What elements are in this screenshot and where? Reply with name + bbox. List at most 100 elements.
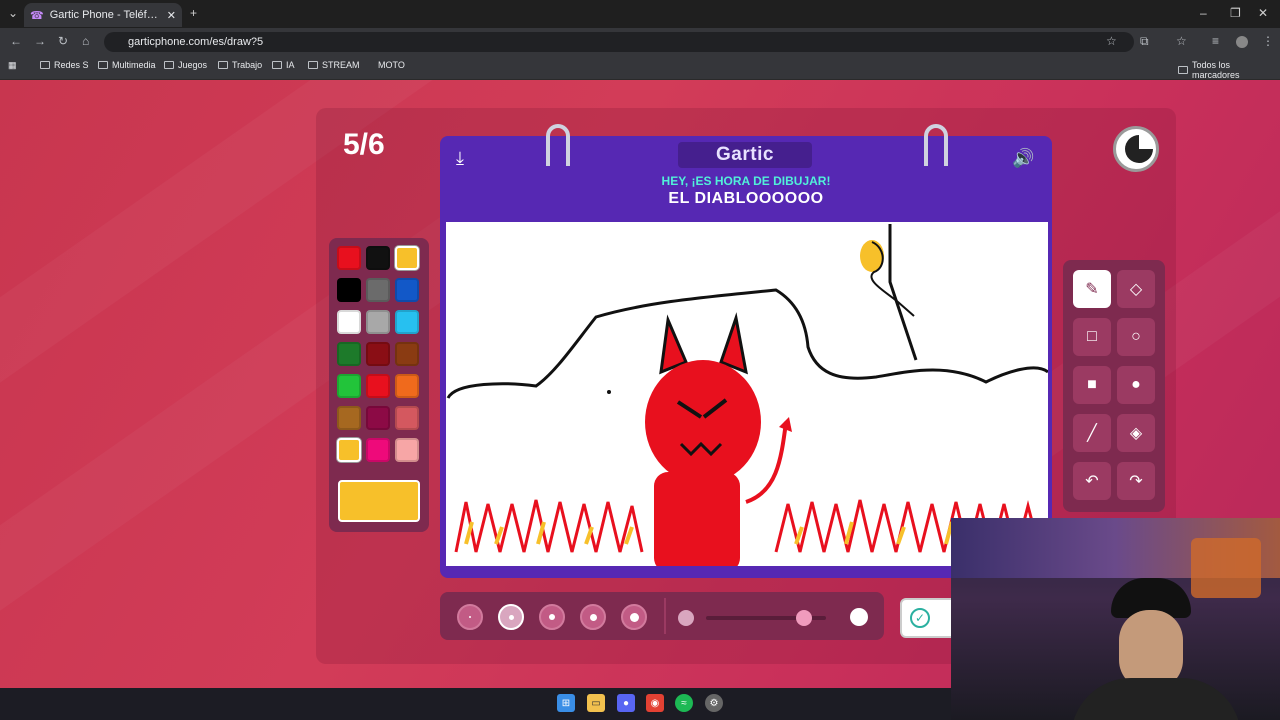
color-swatch[interactable]	[337, 438, 361, 462]
url-text: garticphone.com/es/draw?5	[128, 36, 264, 48]
color-swatch[interactable]	[395, 310, 419, 334]
extensions-icon[interactable]: ⧉	[1140, 34, 1149, 49]
circle-filled-tool-icon[interactable]: ●	[1117, 366, 1155, 404]
bookmark-folder[interactable]: Trabajo	[218, 60, 262, 70]
color-swatch[interactable]	[366, 342, 390, 366]
chrome-icon[interactable]: ◉	[646, 694, 664, 712]
drawing-canvas[interactable]	[446, 222, 1048, 566]
media-icon[interactable]: ≡	[1212, 34, 1219, 48]
gartic-logo: Gartic	[678, 142, 812, 168]
color-swatch[interactable]	[366, 310, 390, 334]
forward-icon[interactable]: →	[34, 34, 46, 48]
all-bookmarks[interactable]: Todos los marcadores	[1178, 60, 1280, 80]
right-horn	[719, 312, 748, 375]
menu-icon[interactable]: ⋮	[1262, 34, 1274, 48]
spotify-icon[interactable]: ≈	[675, 694, 693, 712]
rectangle-filled-tool-icon[interactable]: ■	[1073, 366, 1111, 404]
tab-search-icon[interactable]: ⌄	[8, 6, 18, 20]
bookmark-label: Todos los marcadores	[1192, 60, 1240, 80]
sound-icon[interactable]: 🔊	[1012, 148, 1034, 169]
color-swatch[interactable]	[366, 246, 390, 270]
color-swatch[interactable]	[395, 342, 419, 366]
rectangle-outline-tool-icon[interactable]: □	[1073, 318, 1111, 356]
color-swatch[interactable]	[337, 374, 361, 398]
bookmark-label: Trabajo	[232, 60, 263, 70]
brush-size-1[interactable]	[457, 604, 483, 630]
bookmark-folder[interactable]: Multimedia	[98, 60, 156, 70]
color-swatch[interactable]	[395, 438, 419, 462]
brush-toolbar	[440, 592, 884, 640]
bookmark-link[interactable]: MOTO	[378, 60, 405, 70]
color-swatch[interactable]	[337, 278, 361, 302]
undo-icon[interactable]: ↶	[1073, 462, 1111, 500]
color-swatch[interactable]	[337, 342, 361, 366]
bookmark-folder[interactable]: STREAM	[308, 60, 360, 70]
current-color-swatch	[338, 480, 420, 522]
brush-size-5[interactable]	[621, 604, 647, 630]
redo-icon[interactable]: ↷	[1117, 462, 1155, 500]
bookmark-folder[interactable]: IA	[272, 60, 295, 70]
rope-stroke	[888, 224, 918, 361]
close-tab-icon[interactable]: ✕	[167, 9, 176, 22]
color-swatch[interactable]	[337, 406, 361, 430]
app-icon[interactable]: ⚙	[705, 694, 723, 712]
brush-size-4[interactable]	[580, 604, 606, 630]
eraser-tool-icon[interactable]: ◇	[1117, 270, 1155, 308]
word-to-draw: EL DIABLOOOOOO	[668, 190, 824, 207]
drawing-svg	[446, 224, 1048, 566]
bookmark-label: Juegos	[178, 60, 208, 70]
maximize-button[interactable]: ❐	[1230, 6, 1241, 20]
url-field[interactable]: garticphone.com/es/draw?5	[104, 32, 1134, 52]
opacity-min-icon	[678, 610, 694, 626]
color-swatch[interactable]	[366, 406, 390, 430]
circle-outline-tool-icon[interactable]: ○	[1117, 318, 1155, 356]
bookmark-folder[interactable]: Juegos	[164, 60, 207, 70]
bookmark-star-icon[interactable]: ☆	[1106, 34, 1117, 48]
windows-start-icon[interactable]: ⊞	[557, 694, 575, 712]
flames-left	[454, 499, 644, 553]
opacity-max-icon	[850, 608, 868, 626]
browser-tab[interactable]: ☎ Gartic Phone - Teléfono Descon ✕	[24, 3, 182, 27]
bookmarks-icon[interactable]: ☆	[1176, 34, 1187, 48]
brush-size-2[interactable]	[498, 604, 524, 630]
color-swatch[interactable]	[337, 310, 361, 334]
bookmark-label: Multimedia	[112, 60, 156, 70]
binder-ring	[546, 124, 570, 166]
devil-body	[654, 472, 740, 566]
fill-bucket-tool-icon[interactable]: ◈	[1117, 414, 1155, 452]
profile-avatar[interactable]	[1236, 36, 1248, 48]
color-swatch[interactable]	[395, 406, 419, 430]
file-explorer-icon[interactable]: ▭	[587, 694, 605, 712]
color-swatch[interactable]	[366, 438, 390, 462]
dot-mark	[607, 390, 611, 394]
home-icon[interactable]: ⌂	[82, 34, 89, 48]
bookmark-label: Redes S	[54, 60, 89, 70]
download-icon[interactable]: ⤓	[456, 148, 464, 169]
color-swatch[interactable]	[337, 246, 361, 270]
tab-bar: ⌄ ☎ Gartic Phone - Teléfono Descon ✕ + –…	[0, 0, 1280, 28]
divider	[664, 598, 666, 634]
opacity-slider-handle[interactable]	[796, 610, 813, 626]
pencil-tool-icon[interactable]: ✎	[1073, 270, 1111, 308]
board-header: ⤓ Gartic 🔊 HEY, ¡ES HORA DE DIBUJAR! EL …	[440, 124, 1052, 220]
brush-size-3[interactable]	[539, 604, 565, 630]
line-tool-icon[interactable]: ╱	[1073, 414, 1111, 452]
color-swatch[interactable]	[366, 278, 390, 302]
reload-icon[interactable]: ↻	[58, 34, 68, 48]
folder-icon	[308, 61, 318, 69]
color-swatch[interactable]	[395, 374, 419, 398]
minimize-button[interactable]: –	[1200, 6, 1207, 20]
taskbar	[0, 688, 951, 720]
discord-icon[interactable]: ●	[617, 694, 635, 712]
apps-icon[interactable]: ▦	[8, 60, 17, 71]
back-icon[interactable]: ←	[10, 34, 22, 48]
timer-clock-icon	[1113, 126, 1159, 172]
color-swatch[interactable]	[366, 374, 390, 398]
close-window-button[interactable]: ✕	[1258, 6, 1268, 20]
new-tab-button[interactable]: +	[190, 6, 197, 20]
binder-ring	[924, 124, 948, 166]
color-swatch[interactable]	[395, 278, 419, 302]
folder-icon	[164, 61, 174, 69]
color-swatch[interactable]	[395, 246, 419, 270]
bookmark-folder[interactable]: Redes S	[40, 60, 89, 70]
